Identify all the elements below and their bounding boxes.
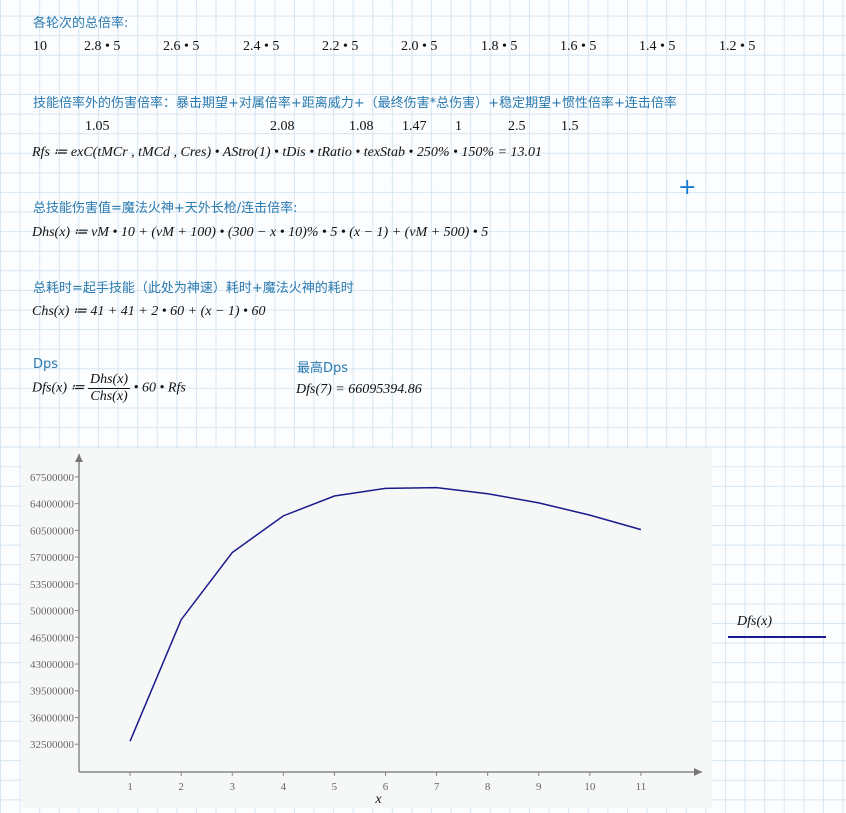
series-line-dfs <box>130 488 641 742</box>
dfs-numerator: Dhs(x) <box>88 372 130 389</box>
y-tick-label: 57000000 <box>30 552 75 564</box>
crosshair-cursor-icon: + <box>678 175 696 200</box>
dfs-lhs: Dfs(x) ≔ <box>32 381 85 396</box>
x-tick-label: 10 <box>584 781 596 793</box>
section4-title: 总耗时=起手技能（此处为神速）耗时+魔法火神的耗时 <box>33 277 354 296</box>
x-axis-label: x <box>374 792 382 807</box>
round-multiplier: 1.8 • 5 <box>481 39 517 55</box>
y-tick-label: 60500000 <box>30 525 75 537</box>
round-multiplier: 1.4 • 5 <box>639 39 675 55</box>
y-tick-label: 39500000 <box>30 686 75 698</box>
section1-title: 各轮次的总倍率: <box>33 12 128 31</box>
x-tick-label: 5 <box>332 781 338 793</box>
dps-chart[interactable]: 3250000036000000395000004300000046500000… <box>22 448 712 808</box>
dfs-denominator: Chs(x) <box>88 389 130 405</box>
multiplier-value: 1 <box>455 119 462 135</box>
x-tick-label: 11 <box>636 781 647 793</box>
y-tick-label: 46500000 <box>30 632 75 644</box>
chart-svg: 3250000036000000395000004300000046500000… <box>22 448 712 808</box>
round-multiplier: 2.4 • 5 <box>243 39 279 55</box>
y-tick-label: 64000000 <box>30 499 75 511</box>
multiplier-value: 1.05 <box>85 119 110 135</box>
round-multiplier: 2.0 • 5 <box>401 39 437 55</box>
dps-title: Dps <box>33 357 58 372</box>
legend-label: Dfs(x) <box>737 614 772 630</box>
y-tick-label: 43000000 <box>30 659 75 671</box>
section3-title: 总技能伤害值=魔法火神+天外长枪/连击倍率: <box>33 197 298 216</box>
x-tick-label: 2 <box>178 781 184 793</box>
y-tick-label: 53500000 <box>30 579 75 591</box>
y-tick-label: 32500000 <box>30 739 75 751</box>
y-tick-label: 36000000 <box>30 712 75 724</box>
multiplier-value: 2.5 <box>508 119 526 135</box>
x-tick-label: 6 <box>383 781 389 793</box>
multiplier-value: 1.08 <box>349 119 374 135</box>
x-axis-arrow-icon <box>694 768 702 776</box>
x-tick-label: 9 <box>536 781 542 793</box>
y-tick-label: 50000000 <box>30 606 75 618</box>
section2-title: 技能倍率外的伤害倍率：暴击期望+对属倍率+距离威力+（最终伤害*总伤害）+稳定期… <box>33 92 677 111</box>
round-multiplier: 2.2 • 5 <box>322 39 358 55</box>
dfs-formula[interactable]: Dfs(x) ≔ Dhs(x)Chs(x) • 60 • Rfs <box>32 372 186 405</box>
round-multiplier: 2.8 • 5 <box>84 39 120 55</box>
round-multiplier: 1.6 • 5 <box>560 39 596 55</box>
rfs-formula[interactable]: Rfs ≔ exC(tMCr , tMCd , Cres) • AStro(1)… <box>32 144 542 161</box>
max-dps-title: 最高Dps <box>297 357 348 376</box>
dhs-formula[interactable]: Dhs(x) ≔ vM • 10 + (vM + 100) • (300 − x… <box>32 224 488 241</box>
round-multiplier: 1.2 • 5 <box>719 39 755 55</box>
x-tick-label: 3 <box>230 781 236 793</box>
legend-line <box>728 636 826 638</box>
x-tick-label: 8 <box>485 781 491 793</box>
multiplier-value: 1.47 <box>402 119 427 135</box>
dfs-fraction: Dhs(x)Chs(x) <box>88 372 130 405</box>
x-tick-label: 7 <box>434 781 440 793</box>
x-tick-label: 1 <box>127 781 133 793</box>
max-dps-formula[interactable]: Dfs(7) = 66095394.86 <box>296 382 422 398</box>
multiplier-value: 2.08 <box>270 119 295 135</box>
dfs-rhs: • 60 • Rfs <box>134 381 186 396</box>
multiplier-value: 1.5 <box>561 119 579 135</box>
y-tick-label: 67500000 <box>30 472 75 484</box>
x-tick-label: 4 <box>281 781 287 793</box>
chs-formula[interactable]: Chs(x) ≔ 41 + 41 + 2 • 60 + (x − 1) • 60 <box>32 303 265 320</box>
y-axis-arrow-icon <box>75 454 83 462</box>
round-multiplier: 10 <box>33 39 47 55</box>
round-multiplier: 2.6 • 5 <box>163 39 199 55</box>
